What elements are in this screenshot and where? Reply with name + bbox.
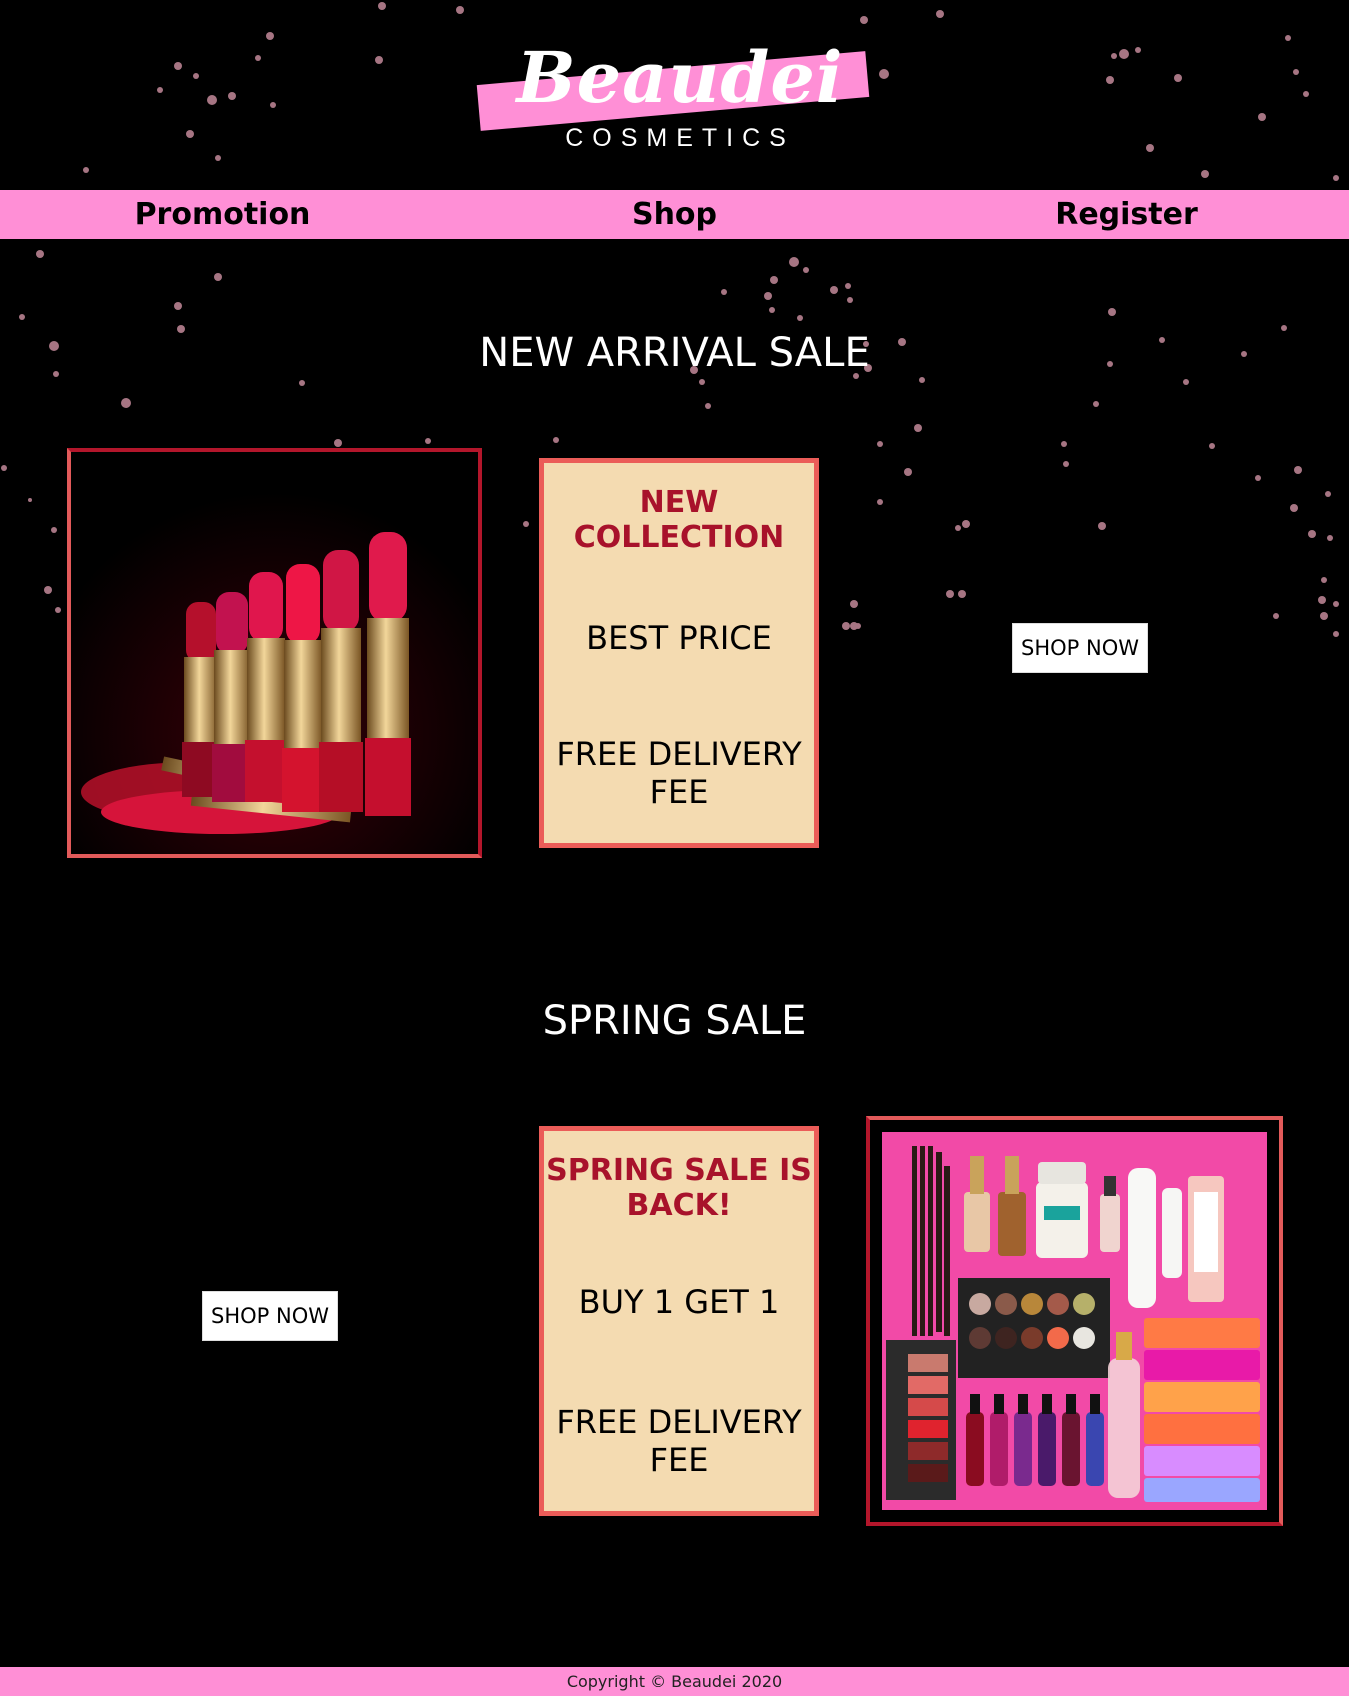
promo-headline: NEW COLLECTION: [573, 485, 785, 555]
promo-line-delivery: FREE DELIVERY FEE: [556, 735, 802, 811]
shop-now-button[interactable]: SHOP NOW: [202, 1291, 338, 1341]
logo-subtitle: COSMETICS: [565, 124, 795, 152]
nav-item-register[interactable]: Register: [1014, 190, 1239, 239]
promo-line-price: BEST PRICE: [586, 619, 772, 657]
nav-item-shop[interactable]: Shop: [562, 190, 787, 239]
promo-line-offer: BUY 1 GET 1: [578, 1283, 780, 1321]
promo-line-delivery: FREE DELIVERY FEE: [556, 1403, 802, 1479]
cosmetics-image-frame: [866, 1116, 1283, 1526]
footer-copyright: Copyright © Beaudei 2020: [0, 1667, 1349, 1696]
section-title-spring-sale: SPRING SALE: [542, 998, 807, 1044]
promo-headline: SPRING SALE IS BACK!: [546, 1153, 812, 1223]
nav-item-promotion[interactable]: Promotion: [110, 190, 335, 239]
shop-now-button[interactable]: SHOP NOW: [1012, 623, 1148, 673]
promo-box-new-collection: NEW COLLECTION BEST PRICE FREE DELIVERY …: [539, 458, 819, 848]
lipstick-row-image: [71, 452, 478, 854]
logo-wordmark: Beaudei: [516, 36, 844, 119]
promo-box-spring-sale: SPRING SALE IS BACK! BUY 1 GET 1 FREE DE…: [539, 1126, 819, 1516]
lipstick-image-frame: [67, 448, 482, 858]
brand-logo[interactable]: Beaudei COSMETICS: [470, 36, 890, 160]
main-nav: Promotion Shop Register: [0, 190, 1349, 239]
cosmetics-flatlay-image: [882, 1132, 1267, 1510]
section-title-new-arrival: NEW ARRIVAL SALE: [479, 330, 870, 376]
